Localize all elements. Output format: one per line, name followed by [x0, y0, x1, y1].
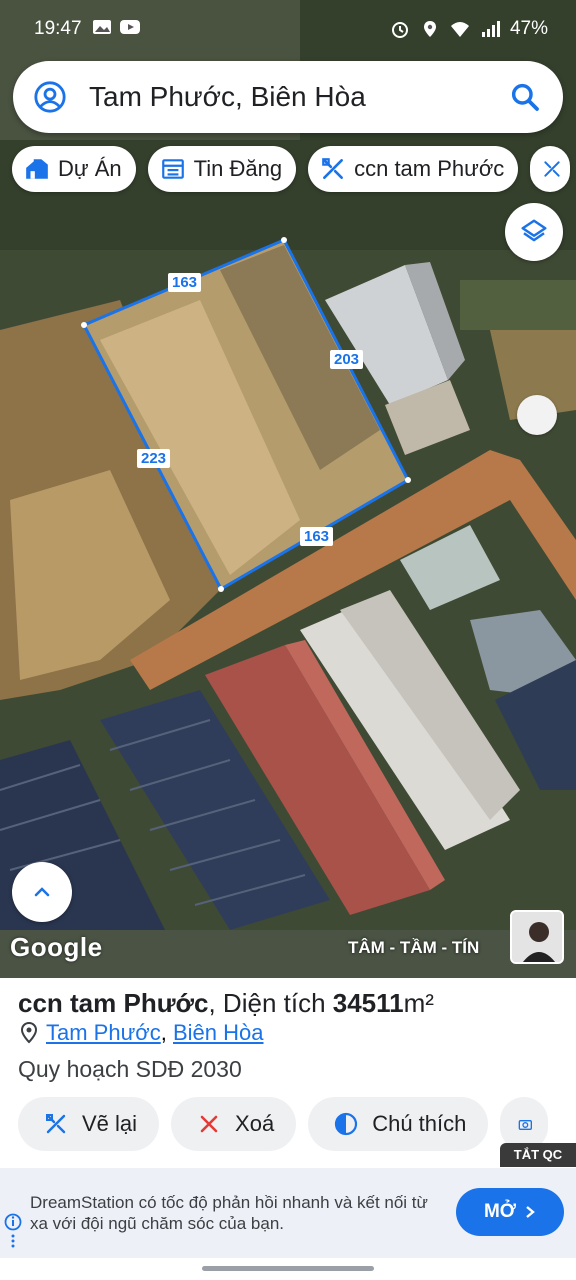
close-ad-button[interactable]: TẮT QC	[500, 1143, 576, 1167]
measure-icon	[322, 158, 344, 179]
dimension-label: 203	[330, 350, 364, 369]
place-title: ccn tam Phước, Diện tích 34511m²	[18, 988, 434, 1019]
google-logo: Google	[10, 932, 103, 962]
wifi-icon	[450, 22, 469, 37]
dimension-label: 223	[137, 449, 171, 468]
home-handle[interactable]	[202, 1266, 374, 1271]
place-name: ccn tam Phước	[18, 988, 209, 1018]
legend-button[interactable]: Chú thích	[308, 1097, 489, 1151]
search-query[interactable]: Tam Phước, Biên Hòa	[89, 81, 509, 113]
signal-icon	[481, 21, 500, 37]
camera-add-icon	[519, 1120, 533, 1130]
measure-icon	[46, 1114, 66, 1134]
layers-button[interactable]	[505, 203, 563, 261]
location-icon	[423, 21, 436, 37]
house-icon	[26, 159, 48, 179]
youtube-icon	[120, 20, 140, 34]
chip-ccn-tam-phuoc[interactable]: ccn tam Phước	[308, 146, 519, 192]
chevron-up-icon	[34, 887, 50, 897]
dimension-label: 163	[300, 527, 334, 546]
battery-level: 47%	[509, 18, 548, 39]
chip-tin-dang[interactable]: Tin Đăng	[147, 146, 297, 192]
status-bar: 19:47 47%	[0, 0, 576, 56]
image-icon	[93, 20, 111, 34]
search-icon[interactable]	[509, 81, 541, 113]
ad-banner[interactable]: DreamStation có tốc độ phản hồi nhanh và…	[0, 1168, 576, 1258]
filter-chips: Dự Án Tin Đăng ccn tam Phước	[12, 146, 571, 192]
area-value: 34511	[332, 988, 404, 1018]
location-ward-link[interactable]: Tam Phước	[46, 1020, 161, 1045]
chip-label: ccn tam Phước	[354, 156, 505, 181]
expand-up-button[interactable]	[12, 862, 72, 922]
place-sheet[interactable]: ccn tam Phước, Diện tích 34511m² Tam Phư…	[0, 978, 576, 1168]
planning-label: Quy hoạch SDĐ 2030	[18, 1056, 242, 1082]
legend-icon	[335, 1112, 358, 1136]
location-sep: ,	[160, 1020, 167, 1045]
profile-icon[interactable]	[33, 80, 67, 114]
pin-icon	[20, 1022, 38, 1044]
ad-cta-label: MỞ	[483, 1201, 517, 1222]
chevron-right-icon	[526, 1206, 535, 1218]
ad-info-icon[interactable]	[4, 1212, 24, 1252]
delete-button[interactable]: Xoá	[171, 1097, 297, 1151]
action-label: Chú thích	[372, 1111, 467, 1136]
chip-du-an[interactable]: Dự Án	[12, 146, 136, 192]
layers-icon	[521, 219, 547, 242]
ad-open-button[interactable]: MỞ	[456, 1188, 564, 1236]
area-unit: m²	[403, 988, 434, 1018]
alarm-icon	[391, 22, 408, 38]
watermark-text: TÂM - TẦM - TÍN	[348, 938, 480, 957]
area-prefix: , Diện tích	[208, 988, 333, 1018]
redraw-button[interactable]: Vẽ lại	[18, 1097, 160, 1151]
chip-label: Dự Án	[58, 156, 122, 181]
floating-handle[interactable]	[517, 395, 557, 435]
measure-icon	[544, 161, 560, 177]
avatar	[510, 910, 564, 964]
chip-more[interactable]	[530, 146, 571, 192]
action-buttons: Vẽ lại Xoá Chú thích	[18, 1097, 549, 1151]
search-bar[interactable]: Tam Phước, Biên Hòa	[13, 61, 563, 133]
status-time: 19:47	[34, 18, 82, 39]
listing-icon	[161, 159, 184, 179]
dimension-label: 163	[168, 273, 202, 292]
action-label: Vẽ lại	[82, 1111, 138, 1136]
place-location: Tam Phước, Biên Hòa	[20, 1020, 264, 1046]
location-city-link[interactable]: Biên Hòa	[173, 1020, 264, 1045]
ad-text: DreamStation có tốc độ phản hồi nhanh và…	[30, 1193, 428, 1233]
action-label: Xoá	[235, 1111, 275, 1136]
close-icon	[200, 1115, 218, 1133]
chip-label: Tin Đăng	[193, 156, 283, 181]
